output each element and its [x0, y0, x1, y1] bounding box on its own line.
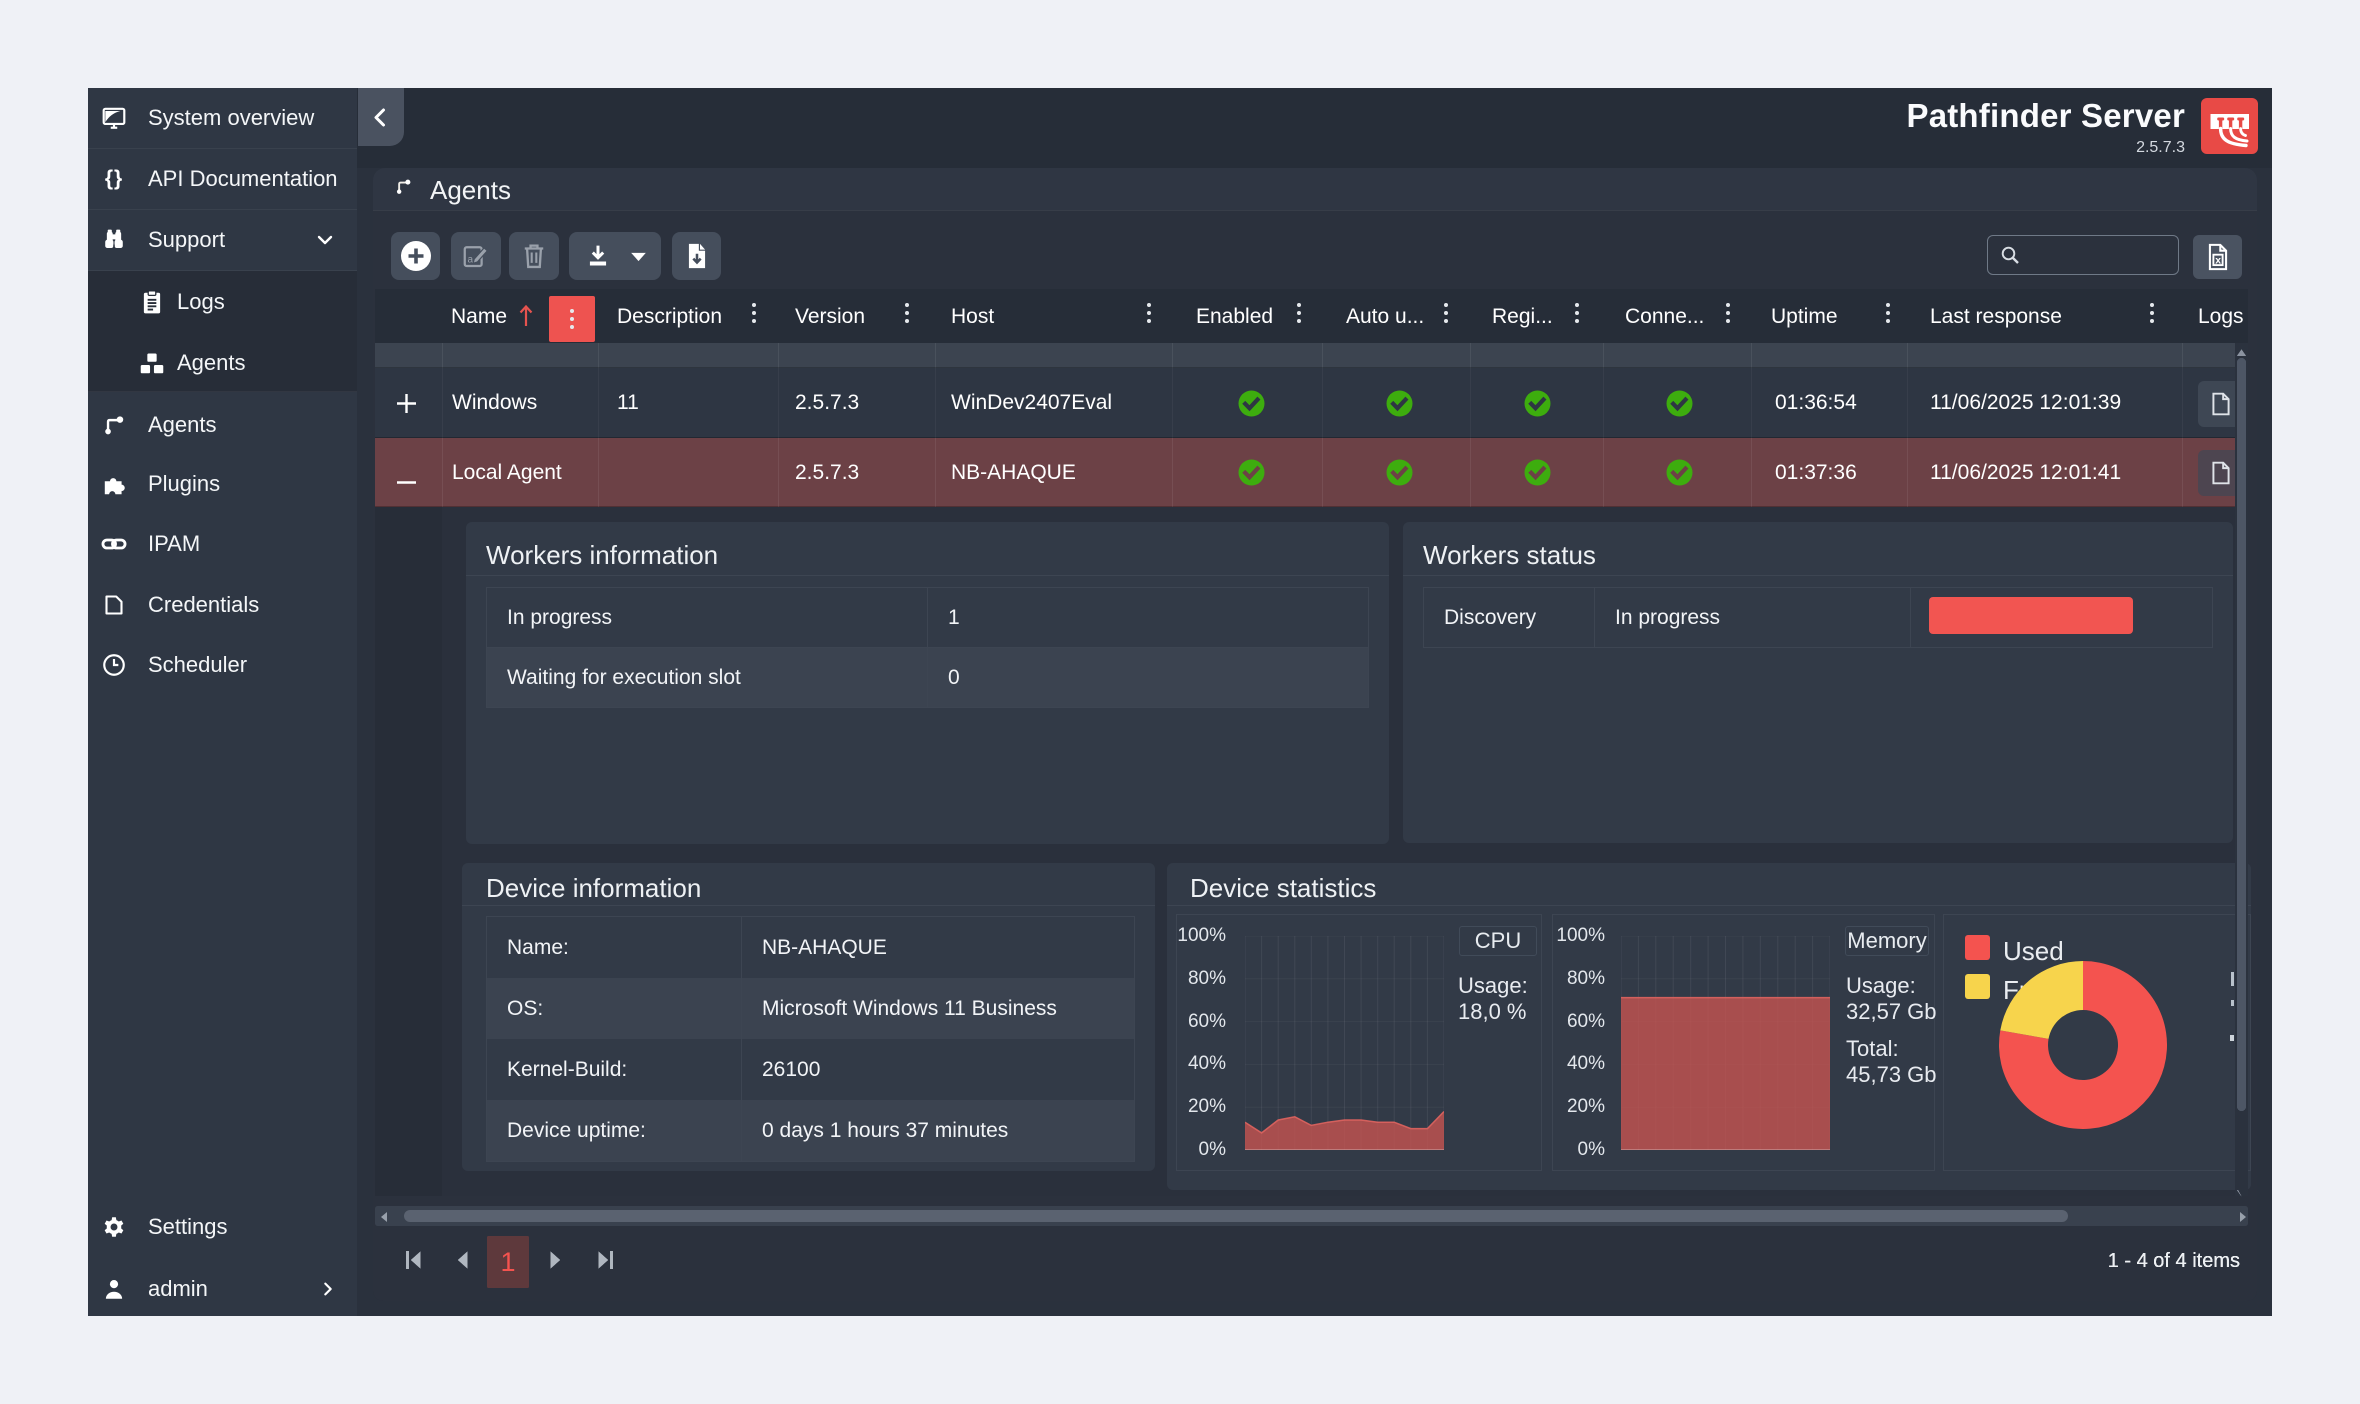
svg-text:x: x — [2215, 256, 2221, 267]
